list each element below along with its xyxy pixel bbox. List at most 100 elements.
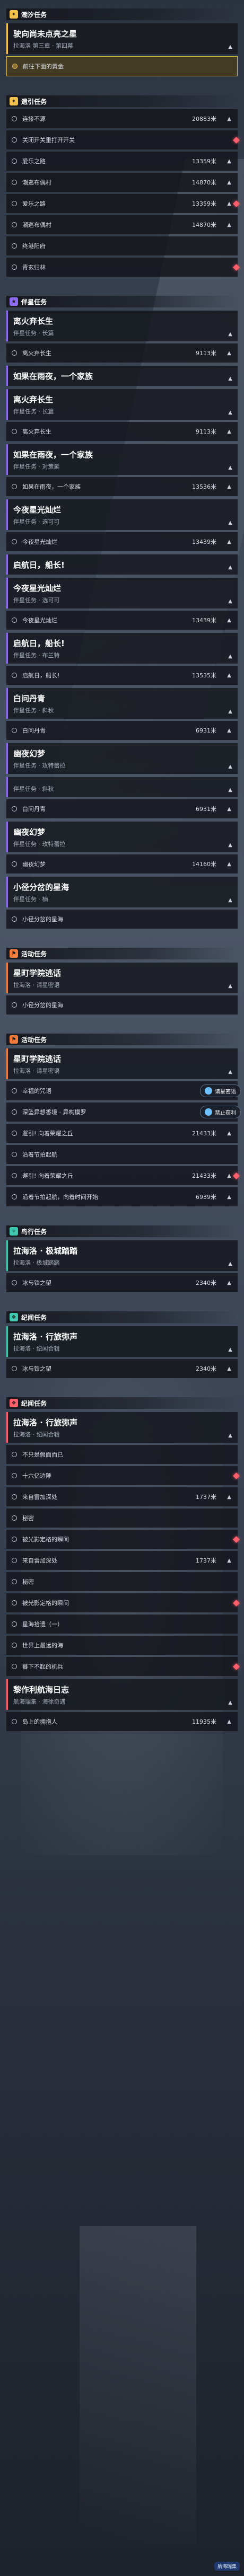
chevron-up-icon[interactable]: ▲ bbox=[227, 484, 231, 490]
quest-card[interactable]: 启航日，船长! 伴星任务 · 布兰特 ▲ bbox=[6, 633, 238, 664]
quest-objective[interactable]: 冰与铁之望 2340米 ▲ bbox=[6, 1273, 238, 1292]
quest-objective[interactable]: 冰与铁之望 2340米 ▲ bbox=[6, 1359, 238, 1378]
chevron-up-icon[interactable]: ▲ bbox=[228, 1700, 232, 1706]
quest-objective[interactable]: 启航日，船长! 13535米 ▲ bbox=[6, 666, 238, 685]
quest-objective[interactable]: 被光影定格的瞬间 bbox=[6, 1530, 240, 1549]
quest-objective[interactable]: 今夜星光灿烂 13439米 ▲ bbox=[6, 611, 238, 630]
quest-objective[interactable]: 不只是假面而已 bbox=[6, 1445, 238, 1464]
quest-card[interactable]: 今夜星光灿烂 伴星任务 · 选可可 ▲ bbox=[6, 499, 238, 530]
section-header[interactable]: ❖ 纪闻任务 bbox=[6, 1397, 238, 1409]
quest-objective[interactable]: 连接不源 20883米 ▲ bbox=[6, 109, 238, 128]
chevron-up-icon[interactable]: ▲ bbox=[228, 897, 232, 903]
quest-objective[interactable]: 世界上最远的海 bbox=[6, 1636, 238, 1655]
quest-objective[interactable]: 十六亿边陲 bbox=[6, 1466, 240, 1485]
quest-objective[interactable]: 青玄归林 bbox=[6, 258, 240, 277]
chevron-up-icon[interactable]: ▲ bbox=[228, 410, 232, 416]
chevron-up-icon[interactable]: ▲ bbox=[228, 764, 232, 770]
chevron-up-icon[interactable]: ▲ bbox=[227, 158, 231, 164]
quest-objective[interactable]: 沿着节拍起航，向着时间开始 6939米 ▲ bbox=[6, 1187, 238, 1206]
chevron-up-icon[interactable]: ▲ bbox=[228, 465, 232, 471]
quest-card[interactable]: 伴星任务 · 斜秋 ▲ bbox=[6, 777, 238, 797]
quest-objective[interactable]: 沿着节拍起航 bbox=[6, 1145, 238, 1164]
quest-objective[interactable]: 秘密 bbox=[6, 1508, 238, 1528]
chevron-up-icon[interactable]: ▲ bbox=[228, 376, 232, 382]
quest-objective[interactable]: 来自雷加深处 1737米 ▲ bbox=[6, 1487, 238, 1506]
chevron-up-icon[interactable]: ▲ bbox=[227, 861, 231, 867]
section-header[interactable]: ⚑ 活动任务 bbox=[6, 948, 238, 959]
quest-objective[interactable]: 离火弃长生 9113米 ▲ bbox=[6, 343, 238, 363]
quest-objective[interactable]: 被光影定格的瞬间 bbox=[6, 1593, 240, 1612]
quest-card[interactable]: 启航日，船长! ▲ bbox=[6, 554, 238, 575]
quest-card[interactable]: 如果在雨夜，一个家族 ▲ bbox=[6, 366, 238, 386]
chevron-up-icon[interactable]: ▲ bbox=[227, 1719, 231, 1725]
quest-objective[interactable]: 小径分岔的星海 bbox=[6, 910, 238, 929]
chevron-up-icon[interactable]: ▲ bbox=[228, 983, 232, 989]
chevron-up-icon[interactable]: ▲ bbox=[228, 842, 232, 848]
section-header[interactable]: ✦ 潮汐任务 bbox=[6, 8, 238, 20]
quest-objective[interactable]: 白问丹青 6931米 ▲ bbox=[6, 721, 238, 740]
quest-card[interactable]: 拉海洛 · 行旅弥声 拉海洛 · 纪闻合辑 ▲ bbox=[6, 1326, 238, 1357]
quest-card[interactable]: 驶向尚未点亮之星 拉海洛 第三章 · 第四幕 ▲ bbox=[6, 23, 238, 54]
quest-objective[interactable]: 爱乐之路 13359米 ▲ bbox=[6, 194, 240, 213]
chevron-up-icon[interactable]: ▲ bbox=[227, 1131, 231, 1136]
quest-card[interactable]: 幽夜幻梦 伴星任务 · 玫特蕾拉 ▲ bbox=[6, 822, 238, 852]
quest-card[interactable]: 小径分岔的星海 伴星任务 · 楠 ▲ bbox=[6, 877, 238, 907]
chevron-up-icon[interactable]: ▲ bbox=[227, 222, 231, 228]
quest-objective[interactable]: 岛上的拥抱人 11935米 ▲ bbox=[6, 1712, 238, 1731]
section-header[interactable]: ⚑ 活动任务 bbox=[6, 1034, 238, 1045]
quest-card[interactable]: 拉海洛 · 行旅弥声 拉海洛 · 纪闻合辑 ▲ bbox=[6, 1412, 238, 1443]
chevron-up-icon[interactable]: ▲ bbox=[228, 709, 232, 714]
chevron-up-icon[interactable]: ▲ bbox=[227, 180, 231, 186]
chevron-up-icon[interactable]: ▲ bbox=[227, 1494, 231, 1500]
quest-objective[interactable]: 潮巡布偶村 14870米 ▲ bbox=[6, 215, 238, 234]
chevron-up-icon[interactable]: ▲ bbox=[227, 1558, 231, 1564]
quest-objective[interactable]: 邂引! 向着荣耀之丘 21433米 ▲ bbox=[6, 1124, 238, 1143]
quest-objective[interactable]: 星海拾遗（一） bbox=[6, 1615, 238, 1634]
quest-objective[interactable]: 来自雷加深处 1737米 ▲ bbox=[6, 1551, 238, 1570]
quest-card[interactable]: 星町学院逃话 拉海洛 · 请星密语 ▲ bbox=[6, 963, 238, 993]
chevron-up-icon[interactable]: ▲ bbox=[228, 331, 232, 337]
chevron-up-icon[interactable]: ▲ bbox=[227, 429, 231, 435]
chevron-up-icon[interactable]: ▲ bbox=[227, 1366, 231, 1372]
quest-card[interactable]: 离火弃长生 伴星任务 · 长篇 ▲ bbox=[6, 311, 238, 341]
floating-tag[interactable]: 请星密语 bbox=[200, 1084, 241, 1097]
quest-objective[interactable]: 幽夜幻梦 14160米 ▲ bbox=[6, 854, 238, 874]
chevron-up-icon[interactable]: ▲ bbox=[227, 806, 231, 812]
chevron-up-icon[interactable]: ▲ bbox=[228, 1261, 232, 1267]
quest-objective[interactable]: 暮下不起的机兵 bbox=[6, 1657, 240, 1676]
section-header[interactable]: ★ 伴星任务 bbox=[6, 296, 238, 307]
chevron-up-icon[interactable]: ▲ bbox=[228, 654, 232, 659]
chevron-up-icon[interactable]: ▲ bbox=[227, 350, 231, 356]
chevron-up-icon[interactable]: ▲ bbox=[227, 116, 231, 122]
quest-objective[interactable]: 幸福的咒语 请星密语 bbox=[6, 1081, 241, 1100]
chevron-up-icon[interactable]: ▲ bbox=[228, 564, 232, 570]
quest-objective[interactable]: 离火弃长生 9113米 ▲ bbox=[6, 422, 238, 441]
chevron-up-icon[interactable]: ▲ bbox=[227, 673, 231, 678]
chevron-up-icon[interactable]: ▲ bbox=[227, 1194, 231, 1200]
quest-objective[interactable]: 白问丹青 6931米 ▲ bbox=[6, 799, 238, 818]
quest-objective[interactable]: 秘密 bbox=[6, 1572, 238, 1591]
chevron-up-icon[interactable]: ▲ bbox=[228, 1347, 232, 1353]
quest-card[interactable]: 黎作利航海日志 航海瑞集 · 海徐奇遇 ▲ bbox=[6, 1679, 238, 1710]
quest-objective[interactable]: 如果在雨夜，一个家族 13536米 ▲ bbox=[6, 477, 238, 496]
quest-card[interactable]: 星町学院逃话 拉海洛 · 请星密语 ▲ bbox=[6, 1048, 238, 1079]
quest-card[interactable]: 如果在雨夜，一个家族 伴星任务 · 对策延 ▲ bbox=[6, 444, 238, 475]
floating-tag[interactable]: 禁止获利 bbox=[200, 1106, 241, 1118]
quest-card[interactable]: 白问丹青 伴星任务 · 斜秋 ▲ bbox=[6, 688, 238, 719]
quest-objective[interactable]: 小径分岔的星海 bbox=[6, 995, 238, 1014]
chevron-up-icon[interactable]: ▲ bbox=[227, 539, 231, 545]
quest-objective[interactable]: 潮巡布偶村 14870米 ▲ bbox=[6, 173, 238, 192]
chevron-up-icon[interactable]: ▲ bbox=[228, 787, 232, 793]
quest-card[interactable]: 离火弃长生 伴星任务 · 长篇 ▲ bbox=[6, 389, 238, 420]
quest-objective[interactable]: 爱乐之路 13359米 ▲ bbox=[6, 152, 238, 171]
chevron-up-icon[interactable]: ▲ bbox=[228, 520, 232, 526]
chevron-up-icon[interactable]: ▲ bbox=[227, 728, 231, 734]
chevron-up-icon[interactable]: ▲ bbox=[227, 1173, 231, 1179]
chevron-up-icon[interactable]: ▲ bbox=[228, 44, 232, 50]
chevron-up-icon[interactable]: ▲ bbox=[228, 1433, 232, 1439]
section-header[interactable]: ❖ 纪闻任务 bbox=[6, 1311, 238, 1323]
chevron-up-icon[interactable]: ▲ bbox=[227, 617, 231, 623]
chevron-up-icon[interactable]: ▲ bbox=[227, 1280, 231, 1286]
quest-card[interactable]: 拉海洛 · 极城踏踏 拉海洛 · 极城踏踏 ▲ bbox=[6, 1240, 238, 1271]
quest-objective[interactable]: 深坠异想香境 · 异构模罗 禁止获利 bbox=[6, 1102, 241, 1122]
